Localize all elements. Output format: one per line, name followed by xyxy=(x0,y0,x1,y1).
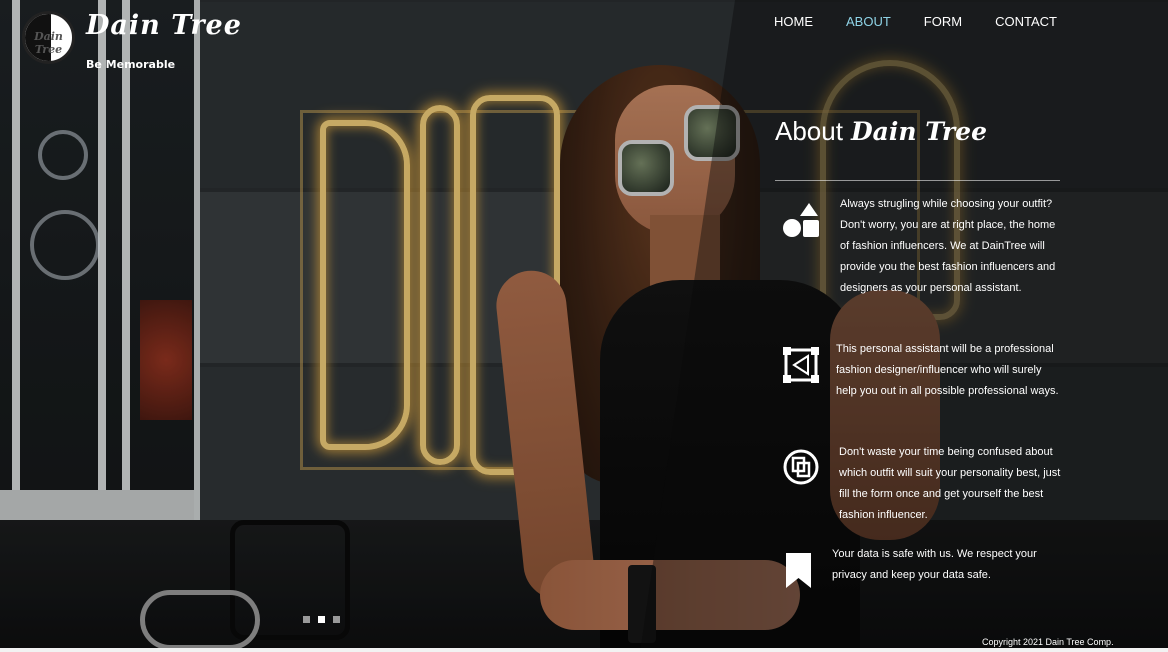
nav-form[interactable]: FORM xyxy=(924,14,962,30)
main-nav: HOME ABOUT FORM CONTACT xyxy=(774,14,1090,30)
feature-text: Your data is safe with us. We respect yo… xyxy=(832,548,1037,581)
copyright-text: Copyright 2021 Dain Tree Comp. xyxy=(982,637,1114,647)
brand-name[interactable]: Dain Tree xyxy=(86,10,242,41)
feature-text: Always strugling while choosing your out… xyxy=(840,198,1056,294)
slider-dot[interactable] xyxy=(333,616,340,623)
nav-home[interactable]: HOME xyxy=(774,14,813,30)
feature-text: This personal assistant will be a profes… xyxy=(836,343,1059,397)
logo-emblem[interactable]: Dain Tree xyxy=(22,11,75,64)
slider-dot-active[interactable] xyxy=(318,616,325,623)
copy-circle-icon xyxy=(783,449,819,485)
brand-tagline: Be Memorable xyxy=(86,58,176,71)
about-heading-brand: Dain Tree xyxy=(850,117,987,146)
bottom-border xyxy=(0,648,1168,652)
slider-dot[interactable] xyxy=(303,616,310,623)
nav-contact[interactable]: CONTACT xyxy=(995,14,1057,30)
shapes-icon xyxy=(783,203,819,237)
nav-about[interactable]: ABOUT xyxy=(846,14,891,30)
about-heading-text: About xyxy=(775,116,843,146)
slider-dots xyxy=(303,616,340,623)
divider xyxy=(775,180,1060,181)
bookmark-icon xyxy=(786,553,811,588)
logo-emblem-text: Dain Tree xyxy=(34,30,63,56)
vector-nodes-icon xyxy=(783,347,819,383)
about-heading: About Dain Tree xyxy=(775,116,987,147)
feature-text: Don't waste your time being confused abo… xyxy=(839,446,1061,521)
